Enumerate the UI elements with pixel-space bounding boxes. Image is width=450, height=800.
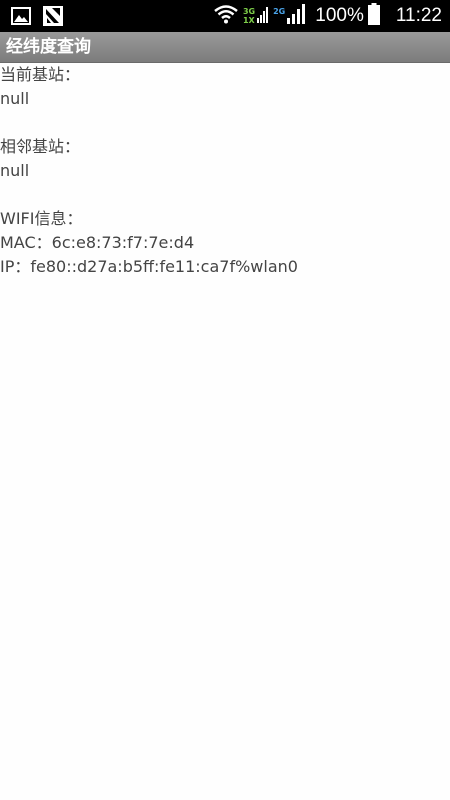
network-type-1x: 1X <box>242 16 255 25</box>
clock: 11:22 <box>395 5 442 26</box>
sim1-network: 3G 1X <box>243 5 269 27</box>
notification-icons <box>10 5 64 27</box>
gallery-icon <box>10 5 32 27</box>
signal-icon <box>287 3 307 29</box>
neighbor-station-label: 相邻基站： <box>0 137 81 156</box>
neighbor-station-value: null <box>0 161 30 180</box>
sim2-network: 2G <box>273 3 307 29</box>
system-indicators: 3G 1X 2G 100% 11:22 <box>213 0 442 32</box>
network-type-3g: 3G <box>242 7 256 16</box>
wifi-info-label: WIFI信息： <box>0 209 83 228</box>
battery-icon <box>367 3 380 29</box>
network-type-2g: 2G <box>273 7 286 16</box>
mac-address: MAC：6c:e8:73:f7:7e:d4 <box>0 233 195 252</box>
battery-percentage: 100% <box>315 5 364 26</box>
signal-icon <box>257 5 269 27</box>
current-station-label: 当前基站： <box>0 65 81 84</box>
action-bar: 经纬度查询 <box>0 32 450 63</box>
current-station-value: null <box>0 89 30 108</box>
app-notification-icon <box>42 5 64 27</box>
info-content: 当前基站： null 相邻基站： null WIFI信息： MAC：6c:e8:… <box>0 63 450 279</box>
ip-address: IP：fe80::d27a:b5ff:fe11:ca7f%wlan0 <box>0 257 298 276</box>
status-bar: 3G 1X 2G 100% 11:22 <box>0 0 450 32</box>
wifi-icon <box>213 3 239 29</box>
page-title: 经纬度查询 <box>6 37 91 57</box>
